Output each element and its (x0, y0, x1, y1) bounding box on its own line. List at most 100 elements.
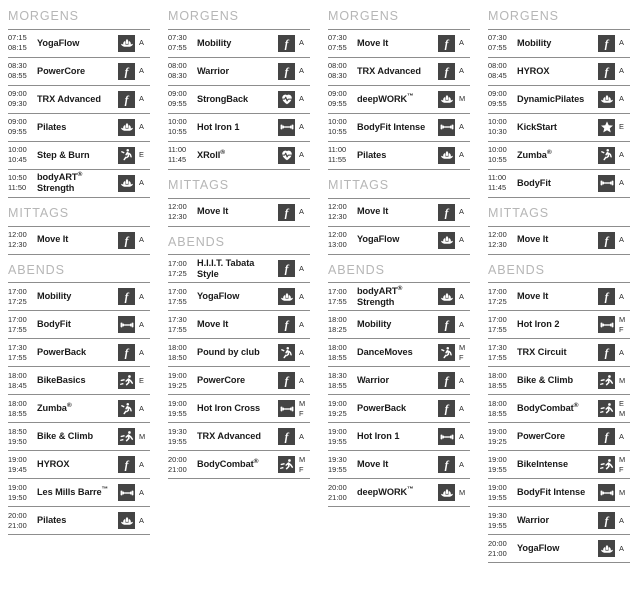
class-row[interactable]: 18:00 18:45 BikeBasics E (8, 367, 150, 396)
class-row[interactable]: 18:00 18:25 Mobility f A (328, 311, 470, 340)
class-row[interactable]: 18:00 18:55 BodyCombat® E M (488, 395, 630, 424)
class-row[interactable]: 12:00 13:00 YogaFlow A (328, 227, 470, 255)
class-row[interactable]: 19:00 19:50 Les Mills Barre™ A (8, 479, 150, 508)
f-logo-icon: f (598, 344, 615, 362)
class-name: Step & Burn (37, 149, 90, 160)
class-row[interactable]: 18:50 19:50 Bike & Climb M (8, 423, 150, 452)
f-logo-icon: f (438, 316, 455, 334)
class-row[interactable]: 17:00 17:55 YogaFlow A (168, 283, 310, 312)
class-row[interactable]: 08:30 08:55 PowerCore f A (8, 58, 150, 86)
class-row[interactable]: 19:30 19:55 Warrior f A (488, 507, 630, 536)
svg-text:f: f (285, 66, 290, 78)
class-row[interactable]: 19:30 19:55 TRX Advanced f A (168, 423, 310, 452)
class-row[interactable]: 07:15 08:15 YogaFlow A (8, 30, 150, 58)
class-start-time: 19:00 (328, 426, 347, 436)
trainer-code: MF (299, 454, 306, 474)
class-end-time: 21:00 (488, 548, 507, 558)
class-start-time: 17:30 (8, 342, 27, 352)
class-start-time: 11:00 (168, 145, 187, 155)
class-start-time: 12:00 (488, 229, 507, 239)
class-row[interactable]: 12:00 12:30 Move It f A (488, 227, 630, 255)
class-row[interactable]: 19:00 19:55 BodyFit Intense M (488, 479, 630, 508)
class-end-time: 07:55 (488, 43, 507, 53)
class-row[interactable]: 09:00 09:55 Pilates A (8, 114, 150, 142)
class-time: 17:00 17:55 (328, 287, 353, 307)
section-rows: 07:30 07:55 Mobility f A 08:00 08:45 HYROX f A 09:… (488, 28, 630, 198)
class-start-time: 08:00 (488, 61, 507, 71)
class-row[interactable]: 09:00 09:30 TRX Advanced f A (8, 86, 150, 114)
class-row[interactable]: 07:30 07:55 Move It f A (328, 30, 470, 58)
class-start-time: 17:00 (8, 286, 27, 296)
class-row[interactable]: 17:00 17:25 Mobility f A (8, 283, 150, 312)
runner-icon (278, 456, 295, 474)
svg-text:f: f (605, 516, 610, 528)
class-row[interactable]: 17:00 17:25 H.I.I.T. Tabata Style f A (168, 255, 310, 284)
class-name: HYROX (517, 65, 550, 76)
class-row[interactable]: 08:00 08:30 TRX Advanced f A (328, 58, 470, 86)
class-row[interactable]: 17:30 17:55 PowerBack f A (8, 339, 150, 368)
class-name: XRoll® (197, 148, 226, 160)
class-row[interactable]: 17:00 17:25 Move It f A (488, 283, 630, 312)
class-row[interactable]: 18:00 18:55 DanceMoves M F (328, 339, 470, 368)
class-row[interactable]: 10:00 10:45 Step & Burn E (8, 142, 150, 170)
class-row[interactable]: 08:00 08:45 HYROX f A (488, 58, 630, 86)
class-row[interactable]: 20:00 21:00 Pilates A (8, 507, 150, 536)
class-row[interactable]: 08:00 08:30 Warrior f A (168, 58, 310, 86)
class-row[interactable]: 18:30 18:55 Warrior f A (328, 367, 470, 396)
dancer-icon (118, 400, 135, 418)
f-logo-icon: f (278, 372, 295, 390)
class-time: 17:00 17:55 (8, 315, 33, 335)
class-name: Warrior (197, 65, 229, 76)
class-row[interactable]: 20:00 21:00 deepWORK™ M (328, 479, 470, 508)
class-row[interactable]: 10:00 10:30 KickStart E (488, 114, 630, 142)
class-row[interactable]: 10:50 11:50 bodyART® Strength A (8, 170, 150, 198)
class-row[interactable]: 17:30 17:55 TRX Circuit f A (488, 339, 630, 368)
class-name: Move It (197, 206, 229, 217)
class-time: 17:00 17:55 (488, 315, 513, 335)
class-row[interactable]: 17:00 17:55 BodyFit A (8, 311, 150, 340)
class-row[interactable]: 19:00 19:55 Hot Iron Cross M F (168, 395, 310, 424)
class-row[interactable]: 11:00 11:45 BodyFit A (488, 170, 630, 198)
class-row[interactable]: 11:00 11:45 XRoll® A (168, 142, 310, 170)
class-row[interactable]: 19:00 19:55 BikeIntense M F (488, 451, 630, 480)
class-row[interactable]: 20:00 21:00 YogaFlow A (488, 535, 630, 564)
class-row[interactable]: 19:00 19:45 HYROX f A (8, 451, 150, 480)
class-row[interactable]: 19:00 19:55 Hot Iron 1 A (328, 423, 470, 452)
class-time: 10:00 10:55 (168, 117, 193, 137)
class-name: Hot Iron Cross (197, 403, 261, 414)
class-time: 17:00 17:25 (168, 259, 193, 279)
class-row[interactable]: 19:00 19:25 PowerCore f A (168, 367, 310, 396)
class-row[interactable]: 19:30 19:55 Move It f A (328, 451, 470, 480)
class-row[interactable]: 18:00 18:55 Bike & Climb M (488, 367, 630, 396)
class-row[interactable]: 17:30 17:55 Move It f A (168, 311, 310, 340)
class-row[interactable]: 10:00 10:55 Zumba® A (488, 142, 630, 170)
class-row[interactable]: 09:00 09:55 deepWORK™ M (328, 86, 470, 114)
class-row[interactable]: 18:00 18:55 Zumba® A (8, 395, 150, 424)
class-row[interactable]: 07:30 07:55 Mobility f A (168, 30, 310, 58)
class-row[interactable]: 20:00 21:00 BodyCombat® M F (168, 451, 310, 480)
class-name: PowerCore (197, 375, 246, 386)
class-row[interactable]: 12:00 12:30 Move It f A (168, 199, 310, 227)
class-row[interactable]: 10:00 10:55 Hot Iron 1 A (168, 114, 310, 142)
trainer-code: A (459, 403, 464, 413)
class-time: 19:00 19:25 (488, 427, 513, 447)
class-row[interactable]: 17:00 17:55 bodyART® Strength A (328, 283, 470, 312)
class-end-time: 10:55 (488, 155, 507, 165)
class-name: deepWORK™ (357, 92, 414, 104)
class-end-time: 18:55 (488, 408, 507, 418)
class-row[interactable]: 09:00 09:55 DynamicPilates A (488, 86, 630, 114)
f-logo-icon: f (278, 203, 295, 221)
class-row[interactable]: 18:00 18:50 Pound by club A (168, 339, 310, 368)
class-time: 18:00 18:55 (328, 343, 353, 363)
class-row[interactable]: 07:30 07:55 Mobility f A (488, 30, 630, 58)
class-row[interactable]: 10:00 10:55 BodyFit Intense A (328, 114, 470, 142)
class-row[interactable]: 11:00 11:55 Pilates A (328, 142, 470, 170)
class-row[interactable]: 12:00 12:30 Move It f A (8, 227, 150, 255)
trainer-code: MF (619, 454, 626, 474)
class-row[interactable]: 19:00 19:25 PowerCore f A (488, 423, 630, 452)
class-row[interactable]: 19:00 19:25 PowerBack f A (328, 395, 470, 424)
class-time: 17:00 17:25 (8, 287, 33, 307)
class-row[interactable]: 12:00 12:30 Move It f A (328, 199, 470, 227)
class-row[interactable]: 17:00 17:55 Hot Iron 2 MF (488, 311, 630, 340)
class-row[interactable]: 09:00 09:55 StrongBack A (168, 86, 310, 114)
